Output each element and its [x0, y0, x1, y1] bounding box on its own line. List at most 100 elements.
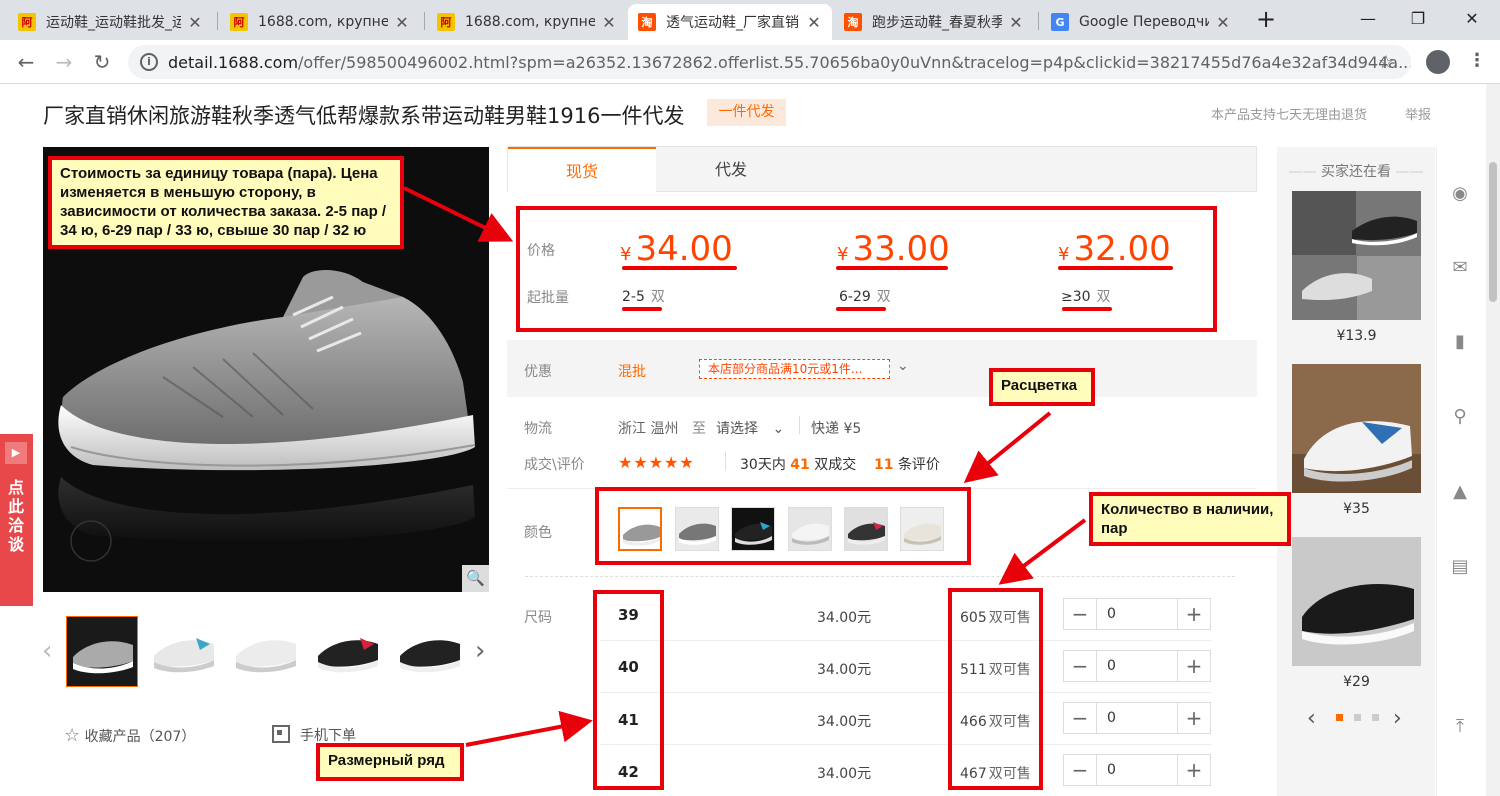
recommend-next-arrow-icon[interactable]: › [1393, 706, 1402, 731]
bookmark-star-icon[interactable]: ☆ [1378, 52, 1394, 73]
express-fee: 快递 ¥5 [811, 421, 862, 437]
arrow-to-stock [998, 518, 1087, 585]
reload-icon[interactable]: ↻ [88, 48, 116, 76]
service-chat-icon[interactable]: ◉ [1449, 183, 1471, 205]
recommend-title-text: 买家还在看 [1321, 164, 1391, 180]
size-price: 34.00元 [817, 610, 872, 626]
arrow-to-sizes [465, 710, 593, 747]
browser-tab[interactable]: 阿 运动鞋_运动鞋批发_运动 ✕ [8, 4, 213, 40]
minus-icon[interactable]: − [1064, 755, 1096, 785]
recommend-price: ¥29 [1343, 674, 1370, 690]
annotation-stock-note: Количество в наличии, пар [1089, 492, 1291, 546]
browser-menu-icon[interactable]: ⋮ [1468, 50, 1486, 71]
scrollbar-thumb[interactable] [1489, 162, 1497, 302]
close-tab-icon[interactable]: ✕ [1008, 13, 1024, 32]
recommend-image[interactable] [1292, 537, 1421, 666]
browser-tab[interactable]: G Google Переводчик ✕ [1041, 4, 1241, 40]
favorite-product[interactable]: ☆ 收藏产品（207） [64, 725, 195, 746]
dropship-badge: 一件代发 [707, 99, 786, 126]
zoom-magnifier-icon[interactable]: 🔍 [462, 565, 489, 592]
minimize-icon[interactable]: — [1348, 6, 1388, 32]
document-icon[interactable]: ▤ [1449, 556, 1471, 578]
thumbnail-gray[interactable] [66, 616, 138, 687]
mail-icon[interactable]: ✉ [1449, 257, 1471, 279]
page-scrollbar[interactable] [1486, 84, 1500, 796]
annotation-stock-box [948, 588, 1043, 790]
plus-icon[interactable]: + [1178, 703, 1210, 733]
favorite-label: 收藏产品（207） [84, 729, 196, 745]
annotation-color-note: Расцветка [989, 368, 1095, 406]
alibaba-icon: 阿 [437, 13, 455, 31]
address-bar[interactable]: i detail.1688.com/offer/598500496002.htm… [128, 45, 1411, 79]
play-arrow-icon: ▶ [5, 442, 27, 464]
carousel-dot-active[interactable] [1336, 714, 1343, 721]
thumbnail-black[interactable] [394, 616, 466, 687]
site-info-icon[interactable]: i [140, 53, 158, 71]
minus-icon[interactable]: − [1064, 651, 1096, 681]
close-tab-icon[interactable]: ✕ [394, 13, 410, 32]
close-tab-icon[interactable]: ✕ [806, 13, 822, 32]
carousel-dot[interactable] [1372, 714, 1379, 721]
recommend-image[interactable] [1292, 191, 1421, 320]
chevron-down-icon: ⌄ [772, 421, 785, 437]
tab-spot-goods[interactable]: 现货 [508, 147, 656, 192]
recommend-image[interactable] [1292, 364, 1421, 493]
thumb-prev-arrow-icon[interactable]: ‹ [42, 636, 52, 666]
thumbnail-white[interactable] [230, 616, 302, 687]
browser-tab-active[interactable]: 淘 透气运动鞋_厂家直销 ✕ [628, 4, 832, 40]
tab-title: 1688.com, крупнейшая [258, 14, 388, 30]
deals-count: 30天内 41 双成交 [740, 454, 856, 474]
thumb-next-arrow-icon[interactable]: › [475, 636, 485, 666]
google-translate-icon: G [1051, 13, 1069, 31]
quantity-input[interactable]: 0 [1096, 703, 1178, 733]
browser-tab[interactable]: 阿 1688.com, крупнейшая ✕ [427, 4, 627, 40]
close-tab-icon[interactable]: ✕ [1215, 13, 1231, 32]
reviews-post: 条评价 [897, 457, 940, 473]
thumbnail-white-blue[interactable] [148, 616, 220, 687]
browser-tab[interactable]: 阿 1688.com, крупнейшая ✕ [220, 4, 420, 40]
close-tab-icon[interactable]: ✕ [601, 13, 617, 32]
deals-post: 双成交 [814, 457, 857, 473]
minus-icon[interactable]: − [1064, 703, 1096, 733]
chevron-down-icon[interactable]: ⌄ [897, 358, 909, 374]
mobile-order[interactable]: 手机下单 [272, 725, 356, 745]
annotation-price-box [516, 206, 1217, 332]
browser-tab[interactable]: 淘 跑步运动鞋_春夏秋季 ✕ [834, 4, 1034, 40]
quantity-stepper: −0 + [1063, 650, 1211, 682]
coupon-tag[interactable]: 本店部分商品满10元或1件... [699, 359, 890, 379]
logistics-label: 物流 [524, 421, 552, 437]
bookmark-icon[interactable]: ▮ [1449, 331, 1471, 353]
carousel-dot[interactable] [1354, 714, 1361, 721]
bell-icon[interactable]: ▲ [1449, 481, 1471, 503]
reviews-number: 11 [874, 457, 894, 473]
back-arrow-icon[interactable]: ← [12, 48, 40, 76]
plus-icon[interactable]: + [1178, 651, 1210, 681]
report-link[interactable]: 举报 [1405, 104, 1431, 123]
reviews-link[interactable]: 11 条评价 [874, 454, 940, 474]
tab-dropship[interactable]: 代发 [656, 147, 806, 192]
back-to-top-icon[interactable]: ⤒ [1449, 716, 1471, 738]
restore-icon[interactable]: ❐ [1398, 6, 1438, 32]
new-tab-plus-icon[interactable]: + [1246, 6, 1286, 32]
chat-side-button[interactable]: ▶ 点此洽谈 [0, 434, 33, 606]
plus-icon[interactable]: + [1178, 599, 1210, 629]
size-price: 34.00元 [817, 662, 872, 678]
plus-icon[interactable]: + [1178, 755, 1210, 785]
footprint-icon[interactable]: ⚲ [1449, 406, 1471, 428]
quantity-input[interactable]: 0 [1096, 651, 1178, 681]
mixed-batch-text: 混批 [618, 364, 646, 380]
thumbnail-black-red[interactable] [312, 616, 384, 687]
window-close-icon[interactable]: ✕ [1452, 6, 1492, 32]
quantity-input[interactable]: 0 [1096, 755, 1178, 785]
quantity-input[interactable]: 0 [1096, 599, 1178, 629]
annotation-price-note: Стоимость за единицу товара (пара). Цена… [48, 156, 404, 249]
alibaba-icon: 阿 [230, 13, 248, 31]
minus-icon[interactable]: − [1064, 599, 1096, 629]
forward-arrow-icon[interactable]: → [50, 48, 78, 76]
close-tab-icon[interactable]: ✕ [187, 13, 203, 32]
recommend-prev-arrow-icon[interactable]: ‹ [1307, 706, 1316, 731]
deals-pre: 30天内 [740, 457, 786, 473]
destination-select[interactable]: 请选择 ⌄ [716, 418, 784, 438]
alibaba-icon: 阿 [18, 13, 36, 31]
profile-avatar-icon[interactable] [1426, 50, 1450, 74]
